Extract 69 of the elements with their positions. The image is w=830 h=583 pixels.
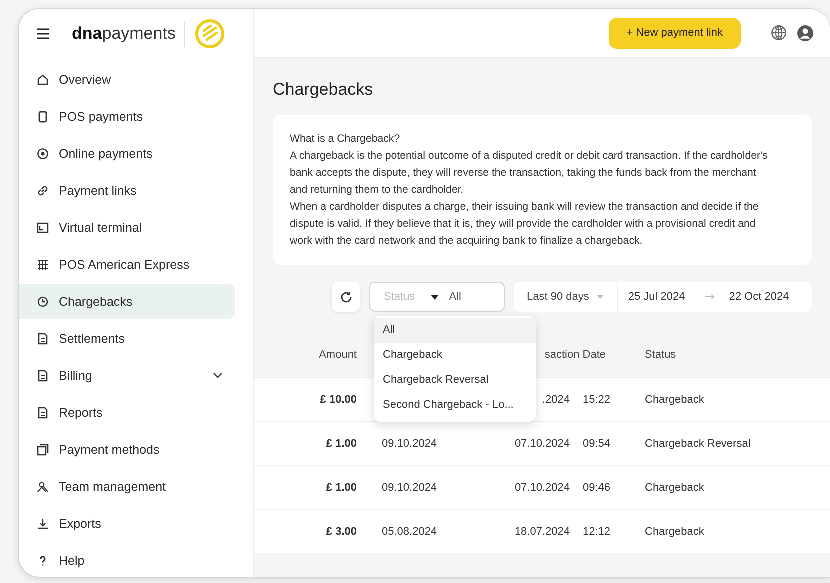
status-select[interactable]: Status All bbox=[369, 282, 505, 312]
sidebar-item[interactable]: Team management bbox=[19, 469, 235, 504]
sidebar-item[interactable]: POS American Express bbox=[19, 247, 235, 282]
menu-icon[interactable] bbox=[36, 28, 50, 40]
table-cell: Chargeback bbox=[645, 394, 704, 406]
table-cell: £ 1.00 bbox=[326, 438, 357, 450]
table-cell: Chargeback bbox=[645, 526, 704, 538]
table-cell: 05.08.2024 bbox=[382, 526, 438, 538]
home-icon bbox=[37, 74, 49, 86]
people-icon bbox=[37, 480, 49, 492]
info-paragraph: What is a Chargeback? bbox=[290, 132, 402, 147]
user-icon[interactable] bbox=[797, 24, 814, 42]
document-icon bbox=[37, 332, 49, 344]
table-cell: 09.10.2024 bbox=[382, 482, 438, 494]
page-title: Chargebacks bbox=[273, 80, 374, 100]
start-date-field[interactable]: 25 Jul 2024 bbox=[618, 291, 696, 303]
document-icon bbox=[37, 370, 49, 382]
info-paragraph: A chargeback is the potential outcome of a disputed credit or debit card transaction. If the cardholder's bank accepts the dispute, they will reverse the transaction, taking the funds back from the merchant and returning them to the cardholder. bbox=[290, 149, 769, 198]
column-header: Status bbox=[645, 348, 678, 360]
phone-icon bbox=[37, 110, 49, 122]
sidebar-item[interactable]: Virtual terminal bbox=[19, 210, 235, 245]
sidebar-item[interactable]: Online payments bbox=[19, 136, 235, 171]
new-payment-link-button[interactable]: + New payment link bbox=[608, 18, 741, 48]
table-cell-text: .2024 bbox=[541, 394, 570, 406]
table-cell: £ 3.00 bbox=[326, 526, 357, 538]
download-icon bbox=[37, 518, 49, 530]
terminal-icon bbox=[37, 222, 49, 234]
logo-text: dnapayments bbox=[72, 24, 176, 44]
column-header: Amount bbox=[318, 348, 357, 360]
info-paragraph: When a cardholder disputes a charge, their issuing bank will review the transaction and decide if the dispute is valid. If they believe that it is, they will provide the cardholder with a provisional credit and work with the card network and the acquiring bank to finalize a chargeback. bbox=[290, 200, 760, 249]
sidebar-item[interactable]: Payment methods bbox=[19, 432, 235, 467]
caret-icon bbox=[597, 295, 604, 299]
table-cell: 07.10.2024 bbox=[514, 482, 570, 494]
table-cell: 07.10.2024 bbox=[514, 438, 570, 450]
report-icon bbox=[37, 406, 49, 418]
sidebar-item[interactable]: Exports bbox=[19, 506, 235, 541]
table-cell: 12:12 bbox=[583, 526, 611, 538]
table-cell: Chargeback Reversal bbox=[645, 438, 751, 450]
refresh-icon bbox=[340, 290, 352, 304]
link-icon bbox=[37, 184, 49, 196]
status-option[interactable]: Chargeback Reversal bbox=[374, 368, 536, 393]
end-date-field[interactable]: 22 Oct 2024 bbox=[719, 291, 800, 303]
table-cell: 09.10.2024 bbox=[382, 438, 438, 450]
sidebar-item[interactable]: POS payments bbox=[19, 99, 235, 134]
table-cell: 15:22 bbox=[583, 394, 611, 406]
table-cell: 18.07.2024 bbox=[514, 526, 570, 538]
table-cell: £ 10.00 bbox=[320, 394, 357, 406]
status-option[interactable]: Chargeback bbox=[374, 343, 536, 368]
status-option[interactable]: Second Chargeback - Lo... bbox=[374, 393, 536, 418]
arrow-icon bbox=[705, 294, 716, 300]
sidebar-item[interactable]: Settlements bbox=[19, 321, 235, 356]
grid-icon bbox=[37, 258, 49, 270]
sidebar-item[interactable]: Overview bbox=[19, 62, 235, 97]
chevron-icon[interactable] bbox=[213, 372, 223, 379]
sidebar-item[interactable]: Billing bbox=[19, 358, 235, 393]
table-cell: £ 1.00 bbox=[326, 482, 357, 494]
sidebar-item[interactable]: Payment links bbox=[19, 173, 235, 208]
logo-icon bbox=[194, 18, 225, 48]
sidebar-item[interactable]: Reports bbox=[19, 395, 235, 430]
table-cell: Chargeback bbox=[645, 482, 704, 494]
table-cell: 09:46 bbox=[583, 482, 611, 494]
status-option[interactable]: All bbox=[374, 318, 536, 343]
sidebar-item[interactable]: Help bbox=[19, 543, 235, 577]
caret-icon bbox=[431, 294, 440, 300]
refresh-button[interactable] bbox=[332, 282, 360, 312]
table-cell: 09:54 bbox=[583, 438, 611, 450]
column-header: saction Date bbox=[544, 348, 606, 360]
range-preset-select[interactable]: Last 90 days bbox=[514, 282, 618, 312]
sidebar-item[interactable]: Chargebacks bbox=[19, 284, 235, 319]
